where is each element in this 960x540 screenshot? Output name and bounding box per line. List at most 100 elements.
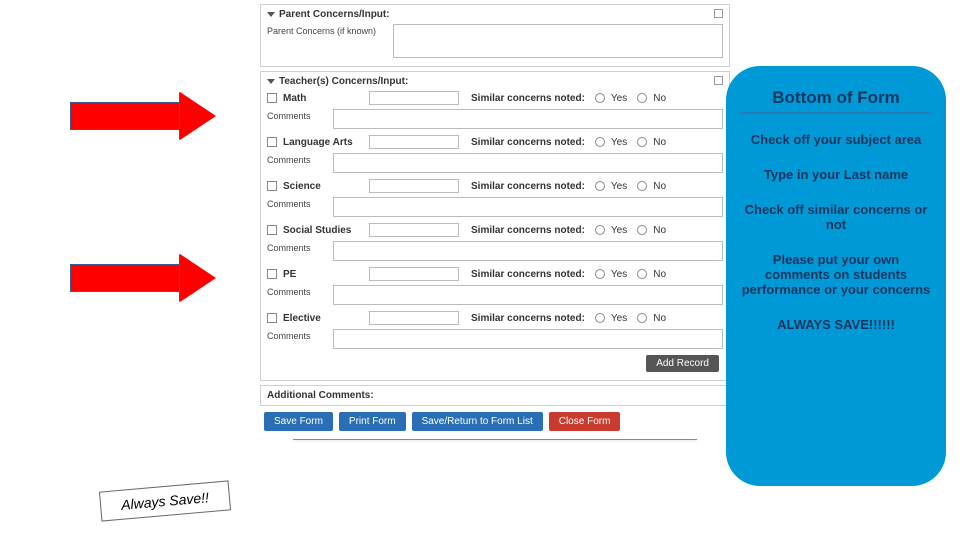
teacher-name-input[interactable] bbox=[369, 311, 459, 325]
teacher-name-input[interactable] bbox=[369, 267, 459, 281]
subject-checkbox[interactable] bbox=[267, 137, 277, 147]
similar-concerns-label: Similar concerns noted: bbox=[471, 137, 585, 148]
comments-label: Comments bbox=[267, 109, 327, 129]
comments-input[interactable] bbox=[333, 285, 723, 305]
button-row: Save Form Print Form Save/Return to Form… bbox=[260, 406, 730, 437]
subject-label: Social Studies bbox=[283, 225, 363, 236]
callout-line-1: Type in your Last name bbox=[740, 167, 932, 182]
comments-row: Comments bbox=[267, 283, 723, 309]
yes-radio[interactable] bbox=[595, 269, 605, 279]
yes-radio[interactable] bbox=[595, 93, 605, 103]
expand-icon[interactable] bbox=[714, 76, 723, 85]
comments-row: Comments bbox=[267, 327, 723, 353]
no-radio[interactable] bbox=[637, 137, 647, 147]
comments-input[interactable] bbox=[333, 153, 723, 173]
no-label: No bbox=[653, 225, 666, 236]
subject-label: Elective bbox=[283, 313, 363, 324]
no-label: No bbox=[653, 93, 666, 104]
yes-label: Yes bbox=[611, 269, 627, 280]
comments-row: Comments bbox=[267, 239, 723, 265]
subject-label: Language Arts bbox=[283, 137, 363, 148]
add-record-button[interactable]: Add Record bbox=[646, 355, 719, 372]
callout-title: Bottom of Form bbox=[740, 88, 932, 114]
yes-radio[interactable] bbox=[595, 225, 605, 235]
callout-line-3: Please put your own comments on students… bbox=[740, 252, 932, 297]
no-radio[interactable] bbox=[637, 313, 647, 323]
no-label: No bbox=[653, 269, 666, 280]
callout-line-0: Check off your subject area bbox=[740, 132, 932, 147]
comments-row: Comments bbox=[267, 107, 723, 133]
always-save-note: Always Save!! bbox=[99, 480, 231, 521]
no-radio[interactable] bbox=[637, 93, 647, 103]
parent-concerns-section: Parent Concerns/Input: Parent Concerns (… bbox=[260, 4, 730, 67]
subject-label: Science bbox=[283, 181, 363, 192]
yes-radio[interactable] bbox=[595, 137, 605, 147]
subject-checkbox[interactable] bbox=[267, 93, 277, 103]
save-return-button[interactable]: Save/Return to Form List bbox=[412, 412, 543, 431]
form-screenshot: Parent Concerns/Input: Parent Concerns (… bbox=[260, 4, 730, 524]
yes-label: Yes bbox=[611, 93, 627, 104]
parent-known-label: Parent Concerns (if known) bbox=[267, 24, 387, 58]
callout-line-4: ALWAYS SAVE!!!!!! bbox=[740, 317, 932, 332]
subject-row: PE Similar concerns noted: Yes No bbox=[267, 265, 723, 283]
chevron-down-icon bbox=[267, 12, 275, 17]
subject-checkbox[interactable] bbox=[267, 225, 277, 235]
subject-checkbox[interactable] bbox=[267, 181, 277, 191]
comments-row: Comments bbox=[267, 195, 723, 221]
subject-row: Elective Similar concerns noted: Yes No bbox=[267, 309, 723, 327]
yes-radio[interactable] bbox=[595, 313, 605, 323]
comments-label: Comments bbox=[267, 329, 327, 349]
callout-line-2: Check off similar concerns or not bbox=[740, 202, 932, 232]
teacher-name-input[interactable] bbox=[369, 135, 459, 149]
subject-row: Social Studies Similar concerns noted: Yes… bbox=[267, 221, 723, 239]
no-radio[interactable] bbox=[637, 225, 647, 235]
yes-label: Yes bbox=[611, 181, 627, 192]
yes-label: Yes bbox=[611, 137, 627, 148]
no-radio[interactable] bbox=[637, 269, 647, 279]
teacher-concerns-section: Teacher(s) Concerns/Input: Math Similar c… bbox=[260, 71, 730, 381]
save-form-button[interactable]: Save Form bbox=[264, 412, 333, 431]
subject-label: PE bbox=[283, 269, 363, 280]
comments-label: Comments bbox=[267, 197, 327, 217]
yes-radio[interactable] bbox=[595, 181, 605, 191]
yes-label: Yes bbox=[611, 225, 627, 236]
similar-concerns-label: Similar concerns noted: bbox=[471, 269, 585, 280]
parent-concerns-input[interactable] bbox=[393, 24, 723, 58]
no-label: No bbox=[653, 313, 666, 324]
similar-concerns-label: Similar concerns noted: bbox=[471, 225, 585, 236]
teacher-name-input[interactable] bbox=[369, 223, 459, 237]
comments-input[interactable] bbox=[333, 197, 723, 217]
subject-checkbox[interactable] bbox=[267, 269, 277, 279]
no-label: No bbox=[653, 181, 666, 192]
parent-header: Parent Concerns/Input: bbox=[279, 9, 390, 20]
subject-row: Language Arts Similar concerns noted: Yes N… bbox=[267, 133, 723, 151]
comments-label: Comments bbox=[267, 241, 327, 261]
subject-row: MathSimilar concerns noted:YesNo bbox=[267, 89, 723, 107]
teacher-header: Teacher(s) Concerns/Input: bbox=[279, 76, 408, 87]
comments-input[interactable] bbox=[333, 109, 723, 129]
teacher-name-input[interactable] bbox=[369, 179, 459, 193]
similar-concerns-label: Similar concerns noted: bbox=[471, 313, 585, 324]
arrow-pointer-2 bbox=[70, 258, 220, 298]
comments-row: Comments bbox=[267, 151, 723, 177]
arrow-pointer-1 bbox=[70, 96, 220, 136]
instruction-callout: Bottom of Form Check off your subject ar… bbox=[726, 66, 946, 486]
subject-label: Math bbox=[283, 93, 363, 104]
expand-icon[interactable] bbox=[714, 9, 723, 18]
subject-row: Science Similar concerns noted: Yes No bbox=[267, 177, 723, 195]
comments-label: Comments bbox=[267, 285, 327, 305]
shadow-divider bbox=[293, 439, 697, 440]
no-label: No bbox=[653, 137, 666, 148]
comments-label: Comments bbox=[267, 153, 327, 173]
close-form-button[interactable]: Close Form bbox=[549, 412, 621, 431]
chevron-down-icon bbox=[267, 79, 275, 84]
similar-concerns-label: Similar concerns noted: bbox=[471, 181, 585, 192]
print-form-button[interactable]: Print Form bbox=[339, 412, 406, 431]
yes-label: Yes bbox=[611, 313, 627, 324]
comments-input[interactable] bbox=[333, 329, 723, 349]
no-radio[interactable] bbox=[637, 181, 647, 191]
teacher-name-input[interactable] bbox=[369, 91, 459, 105]
subject-checkbox[interactable] bbox=[267, 313, 277, 323]
comments-input[interactable] bbox=[333, 241, 723, 261]
additional-comments-header: Additional Comments: bbox=[260, 385, 730, 406]
